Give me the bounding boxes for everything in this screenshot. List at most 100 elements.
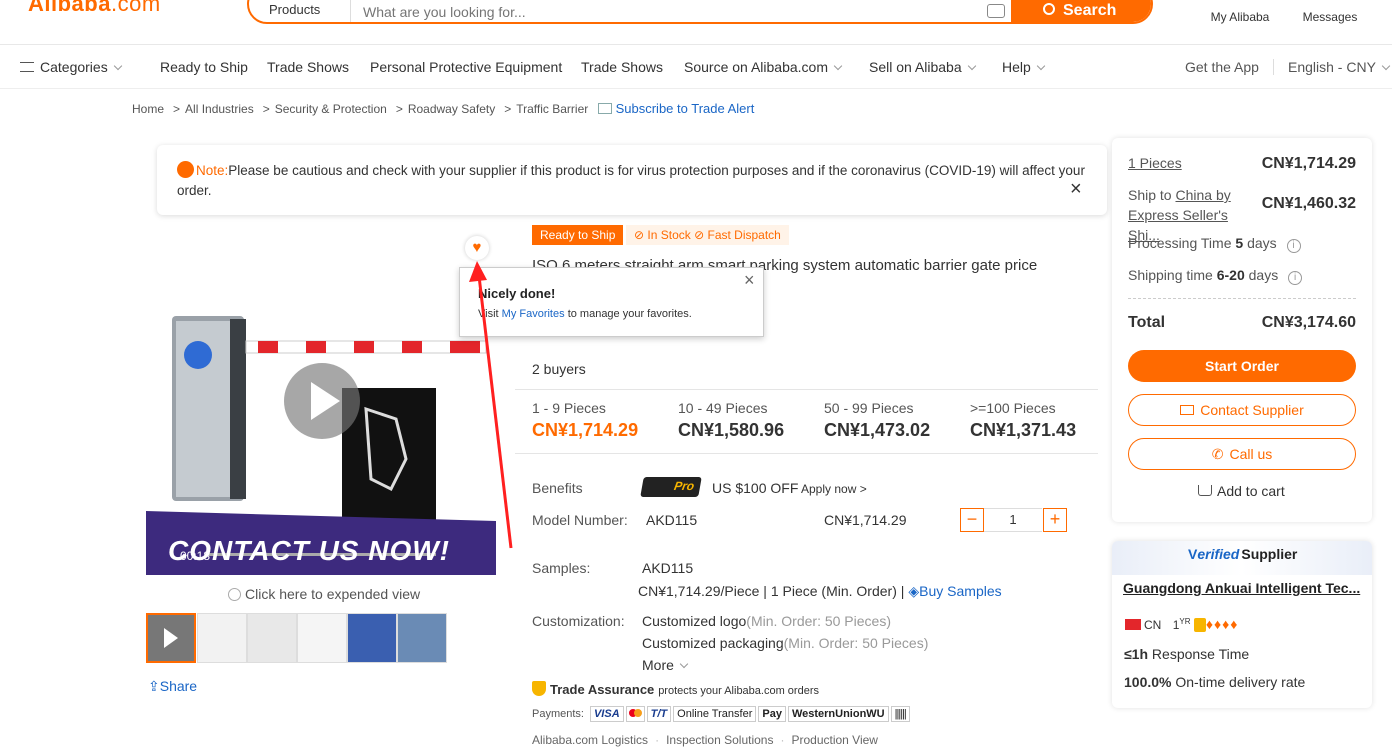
nav-item-source[interactable]: Source on Alibaba.com	[684, 59, 843, 75]
inspection-link[interactable]: Inspection Solutions	[666, 733, 773, 747]
main-nav: Categories Ready to Ship Trade Shows Per…	[0, 45, 1392, 89]
more-toggle[interactable]: More	[642, 657, 689, 673]
response-value: ≤1h	[1124, 646, 1149, 662]
contact-supplier-button[interactable]: Contact Supplier	[1128, 394, 1356, 426]
processing-unit: days	[1247, 235, 1277, 251]
benefits-label: Benefits	[532, 480, 583, 496]
thumbnail-5[interactable]	[347, 613, 397, 663]
close-popup-icon[interactable]: ×	[744, 270, 755, 291]
share-icon: ⇪	[148, 678, 160, 694]
logistics-link[interactable]: Alibaba.com Logistics	[532, 733, 648, 747]
search-input[interactable]	[353, 0, 993, 22]
alibaba-logo[interactable]: Alibaba.com	[28, 0, 161, 17]
expand-view-link[interactable]: Click here to expended view	[228, 586, 420, 602]
thumbnail-6[interactable]	[397, 613, 447, 663]
breadcrumb-home[interactable]: Home	[132, 102, 164, 116]
nav-item-sell[interactable]: Sell on Alibaba	[869, 59, 976, 75]
note-icon	[177, 161, 194, 178]
quantity-decrement-button[interactable]: −	[960, 508, 984, 532]
nav-categories[interactable]: Categories	[20, 59, 122, 75]
samples-value: AKD115	[642, 560, 694, 576]
phone-icon: ✆	[1211, 446, 1224, 462]
online-transfer-icon: Online Transfer	[673, 706, 757, 722]
info-icon[interactable]: i	[1288, 271, 1303, 285]
country-label: CN	[1144, 618, 1162, 632]
buyers-count: 2 buyers	[532, 361, 586, 377]
camera-icon[interactable]	[987, 4, 1005, 18]
pieces-price: CN¥1,714.29	[1261, 155, 1356, 172]
logo-domain: .com	[110, 0, 161, 16]
nav-item-trade-shows[interactable]: Trade Shows	[267, 59, 349, 75]
customization-label: Customization:	[532, 613, 625, 629]
video-time: 00:18	[180, 549, 211, 563]
model-label: Model Number:	[532, 512, 628, 528]
production-view-link[interactable]: Production View	[791, 733, 878, 747]
benefit-offer: US $100 OFF	[712, 480, 799, 496]
close-note-icon[interactable]: ×	[1070, 179, 1082, 199]
divider	[515, 389, 1098, 390]
annotation-arrow	[469, 261, 513, 549]
my-alibaba-link[interactable]: My Alibaba	[1208, 10, 1272, 24]
check-icon: ⊘	[694, 228, 708, 242]
supplier-name-link[interactable]: Guangdong Ankuai Intelligent Tec...	[1123, 580, 1360, 596]
call-us-label: Call us	[1229, 446, 1273, 462]
total-value: CN¥3,174.60	[1261, 314, 1356, 331]
apple-pay-label: Pay	[762, 708, 782, 720]
thumbnail-3[interactable]	[247, 613, 297, 663]
quantity-increment-button[interactable]: +	[1043, 508, 1067, 532]
price-tier-4: >=100 Pieces CN¥1,371.43	[970, 400, 1076, 441]
nav-item-ppe[interactable]: Personal Protective Equipment	[370, 59, 562, 75]
processing-time: Processing Time 5 days i	[1128, 235, 1301, 253]
language-select[interactable]: English - CNY	[1288, 59, 1391, 75]
nav-item-sell-label: Sell on Alibaba	[869, 59, 962, 75]
language-label: English - CNY	[1288, 59, 1376, 75]
subscribe-link[interactable]: Subscribe to Trade Alert	[597, 101, 759, 116]
add-to-cart-link[interactable]: Add to cart	[1198, 483, 1285, 499]
subscribe-label: Subscribe to Trade Alert	[615, 101, 755, 116]
breadcrumb-security[interactable]: Security & Protection	[275, 102, 387, 116]
thumbnail-1[interactable]	[146, 613, 196, 663]
chevron-down-icon	[833, 61, 843, 71]
search-category-select[interactable]: Products	[249, 0, 351, 22]
dot-separator: ·	[780, 733, 785, 747]
breadcrumb-traffic-barrier[interactable]: Traffic Barrier	[516, 102, 588, 116]
samples-label: Samples:	[532, 560, 591, 576]
dot-separator: ·	[655, 733, 660, 747]
delivery-rate: 100.0% On-time delivery rate	[1124, 674, 1305, 690]
nav-item-help-label: Help	[1002, 59, 1031, 75]
divider	[1128, 298, 1356, 299]
get-app-link[interactable]: Get the App	[1185, 59, 1259, 75]
add-to-cart-label: Add to cart	[1217, 483, 1285, 499]
search-button[interactable]: Search	[1011, 0, 1151, 22]
call-us-button[interactable]: ✆ Call us	[1128, 438, 1356, 470]
info-icon[interactable]: i	[1286, 239, 1301, 253]
thumbnail-2[interactable]	[197, 613, 247, 663]
divider	[515, 453, 1098, 454]
apply-now-link[interactable]: Apply now >	[801, 482, 867, 496]
buy-samples-link[interactable]: ◈Buy Samples	[908, 583, 1001, 599]
share-link[interactable]: ⇪Share	[148, 678, 197, 695]
product-video[interactable]: CONTACT US NOW! 00:18	[146, 229, 496, 575]
logistics-row: Alibaba.com Logistics · Inspection Solutio…	[532, 733, 878, 747]
visa-icon: VISA	[589, 706, 624, 722]
start-order-button[interactable]: Start Order	[1128, 350, 1356, 382]
breadcrumb-roadway[interactable]: Roadway Safety	[408, 102, 495, 116]
verified-v: V	[1188, 546, 1198, 562]
price-tier-1: 1 - 9 Pieces CN¥1,714.29	[532, 400, 638, 441]
thumbnail-4[interactable]	[297, 613, 347, 663]
nav-item-trade-shows-2[interactable]: Trade Shows	[581, 59, 663, 75]
nav-item-help[interactable]: Help	[1002, 59, 1046, 75]
play-icon	[164, 628, 178, 648]
nav-item-ready-to-ship[interactable]: Ready to Ship	[160, 59, 248, 75]
pieces-link[interactable]: 1 Pieces	[1128, 155, 1182, 171]
messages-label: Messages	[1302, 10, 1358, 24]
breadcrumb-all-industries[interactable]: All Industries	[185, 102, 254, 116]
breadcrumb: Home > All Industries > Security & Protectio…	[132, 101, 762, 116]
response-label: Response Time	[1151, 646, 1250, 662]
ship-dest-link[interactable]: China by	[1175, 187, 1230, 203]
chevron-down-icon	[1036, 61, 1046, 71]
messages-link[interactable]: Messages	[1298, 10, 1362, 24]
tier-price: CN¥1,580.96	[678, 420, 785, 440]
quantity-input[interactable]: 1	[984, 508, 1042, 532]
product-image	[146, 229, 496, 575]
